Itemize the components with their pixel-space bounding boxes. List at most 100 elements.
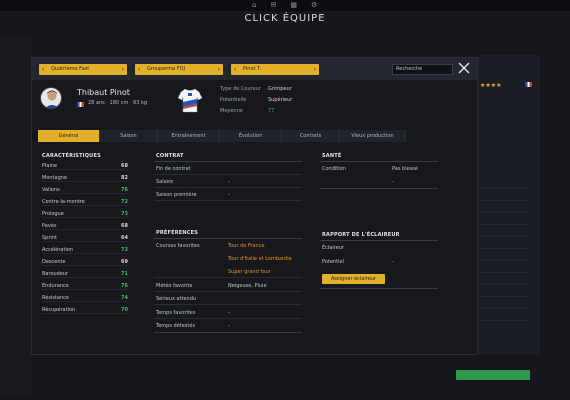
tab-contracts[interactable]: Contrats: [282, 130, 340, 142]
row-divider: [154, 200, 302, 201]
first-season-label: Saison première: [156, 192, 197, 198]
preferences-bottom-divider: [154, 332, 302, 333]
rider-stats: 28 ans · 180 cm · 63 kg: [88, 100, 148, 106]
tab-general[interactable]: Général: [38, 130, 100, 142]
nav-rider[interactable]: ‹ Pinot T. ›: [231, 64, 319, 75]
scout-divider: [320, 240, 438, 241]
background-row: [480, 216, 530, 225]
rider-type-value: Grimpeur: [268, 86, 292, 92]
background-row: [480, 264, 530, 273]
characteristic-name: Sprint: [42, 235, 57, 241]
characteristic-row: Prologue 73: [42, 210, 128, 218]
expected-seriousness-label: Sérieux attendu: [156, 296, 197, 302]
favorite-races-label: Courses favorites: [156, 243, 200, 249]
characteristic-row: Pavés 68: [42, 222, 128, 230]
scout-bottom-divider: [320, 288, 438, 289]
scout-report-title: RAPPORT DE L'ÉCLAIREUR: [322, 232, 400, 238]
characteristic-name: Accélération: [42, 247, 74, 253]
characteristic-row: Montagne 82: [42, 174, 128, 182]
characteristic-value: 68: [121, 163, 128, 169]
characteristic-value: 69: [121, 259, 128, 265]
background-left-panel: [0, 36, 32, 396]
characteristic-value: 73: [121, 247, 128, 253]
search-input[interactable]: Recherche: [392, 64, 453, 75]
chevron-right-icon[interactable]: ›: [122, 64, 124, 75]
characteristic-value: 70: [121, 307, 128, 313]
rider-avatar: [40, 87, 62, 109]
tab-production[interactable]: Vieux production: [340, 130, 406, 142]
health-divider: [320, 161, 438, 162]
background-row: [480, 276, 530, 285]
top-bar: ⌂ ✉ ▦ ⚙: [0, 0, 570, 11]
tab-evolution[interactable]: Évolution: [220, 130, 282, 142]
characteristic-value: 76: [121, 187, 128, 193]
salary-label: Salaire: [156, 179, 174, 185]
preferences-title: PRÉFÉRENCES: [156, 230, 199, 236]
characteristic-row: Endurance 76: [42, 282, 128, 290]
favorite-weather-label: Météo favorite: [156, 283, 193, 289]
health-title: SANTÉ: [322, 153, 342, 159]
average-label: Moyenne: [220, 108, 243, 114]
contract-end-label: Fin de contrat: [156, 166, 191, 172]
characteristic-name: Récupération: [42, 307, 76, 313]
characteristic-name: Contre-la-montre: [42, 199, 85, 205]
characteristic-value: 72: [121, 199, 128, 205]
characteristic-row: Contre-la-montre 72: [42, 198, 128, 206]
calendar-icon[interactable]: ▦: [290, 2, 297, 9]
characteristics-title: CARACTÉRISTIQUES: [42, 153, 101, 159]
characteristic-row: Récupération 70: [42, 306, 128, 314]
background-row: [480, 204, 530, 213]
health-extra-value: -: [392, 179, 394, 185]
favorite-times-value: -: [228, 310, 230, 316]
tab-training[interactable]: Entraînement: [158, 130, 220, 142]
row-divider: [154, 187, 302, 188]
background-row: [480, 192, 530, 201]
row-divider: [154, 304, 302, 305]
chevron-left-icon[interactable]: ‹: [234, 64, 236, 75]
chevron-right-icon[interactable]: ›: [218, 64, 220, 75]
row-divider: [154, 277, 302, 278]
potential-label: Potentielle: [220, 97, 247, 103]
chevron-left-icon[interactable]: ‹: [138, 64, 140, 75]
chevron-left-icon[interactable]: ‹: [42, 64, 44, 75]
characteristic-name: Prologue: [42, 211, 64, 217]
assign-scout-button[interactable]: Assigner éclaireur: [322, 274, 385, 284]
disliked-times-label: Temps détestés: [156, 323, 196, 329]
rider-name: Thibaut Pinot: [77, 88, 130, 97]
background-row: [480, 240, 530, 249]
background-row: [480, 312, 530, 321]
nav-prev-team[interactable]: ‹ Quatrième Fast ›: [39, 64, 127, 75]
characteristic-row: Sprint 64: [42, 234, 128, 242]
row-divider: [154, 318, 302, 319]
scout-label: Éclaireur: [322, 245, 344, 251]
favorite-race: Tour d'Italie et Lombardie: [228, 256, 292, 262]
characteristic-row: Descente 69: [42, 258, 128, 266]
characteristic-value: 68: [121, 223, 128, 229]
rider-type-label: Type de Coureur: [220, 86, 261, 92]
characteristic-value: 82: [121, 175, 128, 181]
characteristic-row: Accélération 73: [42, 246, 128, 254]
salary-value: -: [228, 179, 230, 185]
settings-icon[interactable]: ⚙: [311, 2, 317, 9]
characteristic-value: 73: [121, 211, 128, 217]
tab-season[interactable]: Saison: [100, 130, 158, 142]
home-icon[interactable]: ⌂: [252, 2, 256, 9]
favorite-race: Super grand tour: [228, 269, 271, 275]
mail-icon[interactable]: ✉: [270, 2, 276, 9]
background-row: [480, 228, 530, 237]
characteristic-value: 74: [121, 295, 128, 301]
favorite-race: Tour de France: [228, 243, 265, 249]
modal-top-bar: ‹ Quatrième Fast › ‹ Grouperma FDJ › ‹ P…: [32, 58, 477, 80]
rider-modal: ‹ Quatrième Fast › ‹ Grouperma FDJ › ‹ P…: [31, 57, 478, 355]
nav-team[interactable]: ‹ Grouperma FDJ ›: [135, 64, 223, 75]
background-row: [480, 288, 530, 297]
characteristic-name: Pavés: [42, 223, 57, 229]
background-row: [480, 300, 530, 309]
characteristic-name: Vallons: [42, 187, 60, 193]
characteristic-value: 71: [121, 271, 128, 277]
favorite-weather-value: Neigeuse, Pluie: [228, 283, 267, 289]
chevron-right-icon[interactable]: ›: [314, 64, 316, 75]
health-bottom-divider: [320, 188, 438, 189]
app-screen: ⌂ ✉ ▦ ⚙ CLICK ÉQUIPE ★★★★ ‹ Quatrième Fa…: [0, 0, 570, 400]
close-icon[interactable]: [457, 61, 471, 75]
